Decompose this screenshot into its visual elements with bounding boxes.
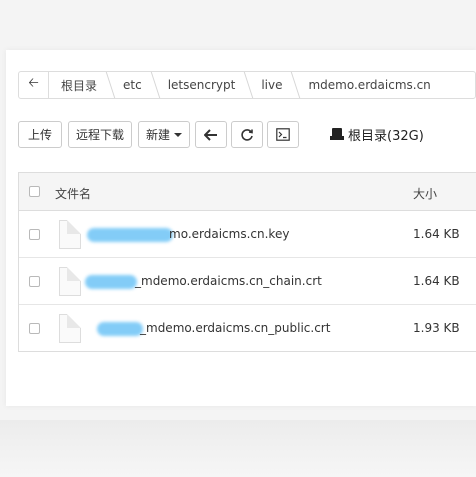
arrow-left-icon: 🡠 (28, 76, 39, 91)
file-name[interactable]: _mdemo.erdaicms.cn_chain.crt (135, 274, 322, 288)
new-dropdown-button[interactable]: 新建 (138, 121, 190, 148)
redacted-filename-prefix (85, 275, 137, 289)
redacted-filename-prefix (87, 228, 173, 242)
terminal-icon (276, 128, 290, 141)
hard-drive-icon (330, 128, 344, 140)
file-icon (59, 267, 81, 296)
arrow-left-icon (204, 128, 217, 141)
file-table: 文件名 大小 mo.erdaicms.cn.key 1.64 KB _mdemo… (18, 172, 476, 352)
disk-selector[interactable]: 根目录(32G) (330, 124, 424, 144)
breadcrumb-item-root[interactable]: 根目录 (49, 72, 111, 98)
breadcrumb-item-etc[interactable]: etc (111, 72, 156, 98)
back-button[interactable] (195, 121, 227, 148)
row-checkbox[interactable] (29, 229, 40, 240)
redacted-filename-prefix (97, 322, 143, 336)
table-row[interactable]: mo.erdaicms.cn.key 1.64 KB (19, 211, 476, 258)
breadcrumb-item-live[interactable]: live (249, 72, 296, 98)
file-icon (59, 220, 81, 249)
row-checkbox[interactable] (29, 323, 40, 334)
breadcrumb-back-button[interactable]: 🡠 (19, 72, 49, 98)
column-header-size[interactable]: 大小 (413, 185, 437, 202)
select-all-checkbox[interactable] (29, 186, 40, 197)
file-icon (59, 314, 81, 343)
upload-button[interactable]: 上传 (18, 121, 62, 148)
table-row[interactable]: _mdemo.erdaicms.cn_chain.crt 1.64 KB (19, 258, 476, 305)
caret-down-icon (174, 132, 182, 137)
file-name[interactable]: mo.erdaicms.cn.key (169, 227, 289, 241)
refresh-icon (241, 128, 253, 141)
file-size: 1.64 KB (413, 227, 460, 241)
row-checkbox[interactable] (29, 276, 40, 287)
breadcrumb-item-letsencrypt[interactable]: letsencrypt (156, 72, 250, 98)
refresh-button[interactable] (231, 121, 263, 148)
table-row[interactable]: _mdemo.erdaicms.cn_public.crt 1.93 KB (19, 305, 476, 352)
column-header-name[interactable]: 文件名 (55, 185, 91, 202)
breadcrumb-item-domain[interactable]: mdemo.erdaicms.cn (296, 72, 444, 98)
terminal-button[interactable] (267, 121, 299, 148)
table-header: 文件名 大小 (19, 173, 476, 211)
file-name[interactable]: _mdemo.erdaicms.cn_public.crt (140, 321, 330, 335)
file-size: 1.64 KB (413, 274, 460, 288)
breadcrumb: 🡠 根目录 etc letsencrypt live mdemo.erdaicm… (18, 71, 476, 99)
remote-download-button[interactable]: 远程下载 (68, 121, 132, 148)
footer-band (0, 420, 476, 477)
file-size: 1.93 KB (413, 321, 460, 335)
